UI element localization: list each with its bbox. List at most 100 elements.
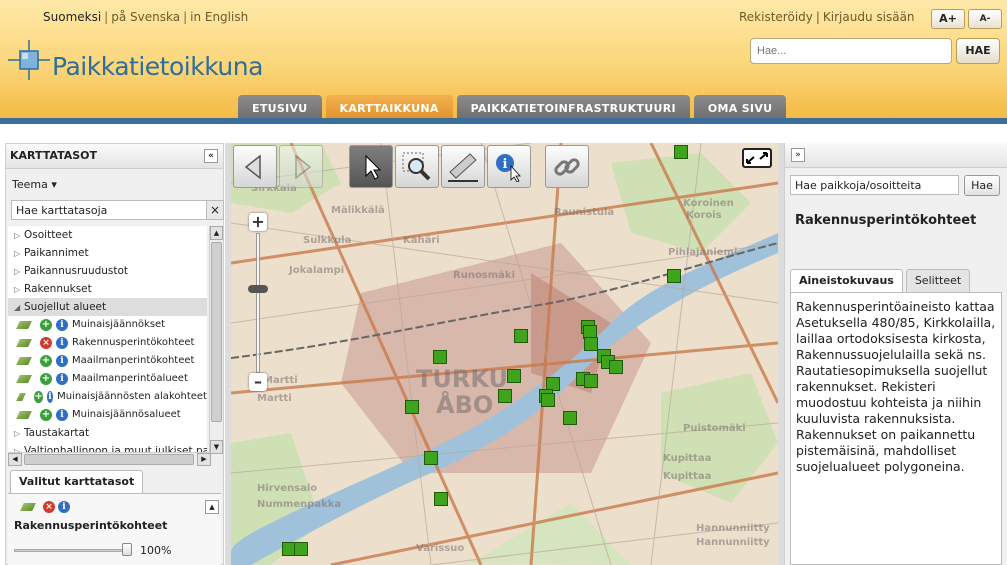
map-label: Raunistula	[554, 207, 615, 218]
remove-layer-icon[interactable]: ×	[43, 501, 55, 513]
info-icon[interactable]: i	[58, 501, 70, 513]
tree-group-rakennukset[interactable]: ▷ Rakennukset	[8, 280, 207, 298]
layer-description: Rakennusperintöaineisto kattaa Asetuksel…	[790, 292, 1002, 565]
expand-arrow-icon: ▷	[14, 429, 21, 438]
map-marker[interactable]	[434, 492, 448, 506]
info-icon[interactable]: i	[46, 391, 54, 403]
info-icon[interactable]: i	[56, 337, 68, 349]
map-label: Pihlajaniemi	[668, 247, 738, 258]
zoom-out-button[interactable]: –	[249, 373, 267, 391]
zoom-box-tool-button[interactable]	[395, 145, 439, 188]
tree-group-paikannimet[interactable]: ▷ Paikannimet	[8, 244, 207, 262]
layer-tree-horizontal-scrollbar[interactable]: ◀ ▶	[8, 452, 211, 466]
tree-group-paikannusruudustot[interactable]: ▷ Paikannusruudustot	[8, 262, 207, 280]
scroll-thumb[interactable]	[211, 242, 222, 422]
info-tool-button[interactable]: i	[487, 145, 531, 188]
map-marker[interactable]	[584, 374, 598, 388]
opacity-slider-handle[interactable]	[122, 543, 132, 556]
info-tabs: Aineistokuvaus Selitteet	[790, 269, 971, 292]
site-search-input[interactable]	[750, 38, 952, 64]
remove-layer-icon[interactable]: ×	[40, 337, 52, 349]
map-marker[interactable]	[433, 350, 447, 364]
tree-group-osoitteet[interactable]: ▷ Osoitteet	[8, 226, 207, 244]
map-marker[interactable]	[498, 389, 512, 403]
tab-selected-layers[interactable]: Valitut karttatasot	[10, 470, 144, 494]
scroll-thumb[interactable]	[24, 454, 194, 465]
map-marker[interactable]	[674, 145, 688, 159]
map-marker[interactable]	[609, 360, 623, 374]
tab-paikkatietoinfrastruktuuri[interactable]: PAIKKATIETOINFRASTRUKTUURI	[456, 95, 690, 120]
map-marker[interactable]	[541, 393, 555, 407]
collapse-left-panel-icon[interactable]: «	[204, 149, 218, 163]
tab-karttaikkuna[interactable]: KARTTAIKKUNA	[325, 95, 453, 120]
layer-tree-vertical-scrollbar[interactable]: ▲ ▼	[209, 226, 223, 454]
add-layer-icon[interactable]: +	[34, 391, 43, 403]
main-nav: ETUSIVU KARTTAIKKUNA PAIKKATIETOINFRASTR…	[238, 95, 787, 120]
opacity-value: 100%	[140, 544, 172, 557]
layer-row-muinaisjaannosten-alakohteet: + i Muinaisjäännösten alakohteet	[8, 388, 207, 406]
map-marker[interactable]	[667, 269, 681, 283]
font-decrease-button[interactable]: A-	[968, 9, 1002, 29]
tab-selitteet[interactable]: Selitteet	[905, 269, 971, 292]
zoom-slider-handle[interactable]	[248, 285, 268, 293]
map-marker[interactable]	[507, 369, 521, 383]
logo-text[interactable]: Paikkatietoikkuna	[52, 52, 263, 81]
map-marker[interactable]	[584, 337, 598, 351]
history-forward-button[interactable]	[279, 145, 323, 188]
info-icon[interactable]: i	[56, 355, 68, 367]
scroll-right-icon[interactable]: ▶	[197, 453, 211, 466]
measure-tool-button[interactable]	[441, 145, 485, 188]
tab-oma-sivu[interactable]: OMA SIVU	[693, 95, 787, 120]
login-link[interactable]: Kirjaudu sisään	[823, 10, 915, 24]
lang-finnish[interactable]: Suomeksi	[43, 10, 101, 24]
zoom-in-button[interactable]: +	[249, 213, 267, 231]
layer-search-input[interactable]: Hae karttatasoja	[11, 200, 207, 220]
fullscreen-icon[interactable]	[742, 148, 772, 168]
lang-swedish[interactable]: på Svenska	[111, 10, 180, 24]
info-icon[interactable]: i	[56, 409, 68, 421]
tree-group-suojellut-alueet[interactable]: ◢ Suojellut alueet	[8, 298, 207, 316]
clear-search-icon[interactable]: ×	[206, 200, 224, 220]
map-marker[interactable]	[563, 411, 577, 425]
history-back-button[interactable]	[233, 145, 277, 188]
collapse-selected-layer-icon[interactable]: ▲	[205, 500, 219, 514]
lang-english[interactable]: in English	[190, 10, 248, 24]
link-tool-button[interactable]	[545, 145, 589, 188]
expand-right-panel-icon[interactable]: »	[791, 148, 805, 162]
zoom-slider-track[interactable]	[256, 233, 260, 373]
layer-type-icon	[16, 411, 32, 419]
place-search-button[interactable]: Hae	[964, 175, 1000, 196]
expand-arrow-icon: ▷	[14, 267, 21, 276]
scroll-up-icon[interactable]: ▲	[210, 226, 223, 240]
map-view[interactable]: TURKU ÅBO Raunistula Koroinen Korois Sul…	[231, 143, 778, 565]
register-link[interactable]: Rekisteröidy	[739, 10, 813, 24]
tree-group-taustakartat[interactable]: ▷ Taustakartat	[8, 424, 207, 442]
add-layer-icon[interactable]: +	[40, 319, 52, 331]
map-marker[interactable]	[514, 329, 528, 343]
add-layer-icon[interactable]: +	[40, 373, 52, 385]
map-marker[interactable]	[294, 542, 308, 556]
scroll-down-icon[interactable]: ▼	[210, 440, 223, 454]
map-label-abo: ÅBO	[436, 391, 494, 419]
expand-arrow-icon: ▷	[14, 285, 21, 294]
selected-layers-panel: × i ▲ Rakennusperintökohteet 100%	[8, 493, 221, 565]
info-icon[interactable]: i	[56, 373, 68, 385]
map-label: Nummenpakka	[257, 499, 342, 510]
map-marker[interactable]	[405, 400, 419, 414]
theme-dropdown[interactable]: Teema ▾	[12, 178, 57, 191]
collapse-arrow-icon: ◢	[14, 303, 21, 312]
font-increase-button[interactable]: A+	[931, 9, 965, 29]
map-marker[interactable]	[424, 451, 438, 465]
zoom-bar: + –	[247, 213, 269, 391]
tab-aineistokuvaus[interactable]: Aineistokuvaus	[790, 269, 903, 292]
opacity-slider-track[interactable]	[14, 549, 132, 552]
place-search-input[interactable]: Hae paikkoja/osoitteita	[790, 175, 959, 195]
info-panel-header: »	[785, 143, 1007, 168]
scroll-left-icon[interactable]: ◀	[8, 453, 22, 466]
select-tool-button[interactable]	[349, 145, 393, 188]
info-icon[interactable]: i	[56, 319, 68, 331]
add-layer-icon[interactable]: +	[40, 409, 52, 421]
site-search-button[interactable]: HAE	[956, 38, 1000, 64]
tab-etusivu[interactable]: ETUSIVU	[238, 95, 322, 120]
add-layer-icon[interactable]: +	[40, 355, 52, 367]
